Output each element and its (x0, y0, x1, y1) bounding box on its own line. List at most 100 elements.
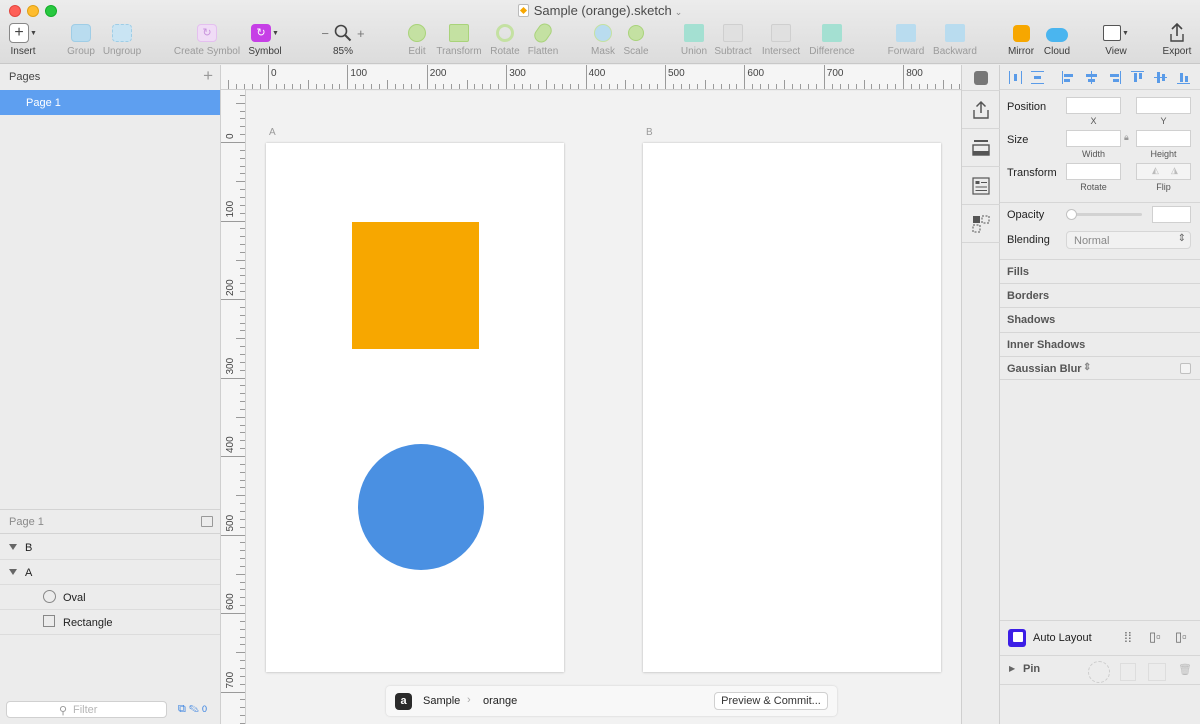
align-left-icon[interactable] (1062, 71, 1075, 84)
align-center-horizontal-icon[interactable] (1085, 71, 1098, 84)
distribute-horizontal-icon[interactable] (1009, 71, 1022, 84)
auto-layout-title: Auto Layout (1033, 632, 1092, 644)
shadows-section[interactable]: Shadows (1000, 307, 1200, 331)
pin-width-icon[interactable] (1120, 663, 1136, 681)
align-bottom-icon[interactable] (1177, 71, 1190, 84)
gaussian-blur-checkbox[interactable] (1180, 363, 1191, 374)
symbol-button[interactable]: ↻ ▼ Symbol (246, 22, 284, 62)
edit-button[interactable]: Edit (404, 22, 430, 62)
page-item-page-1[interactable]: Page 1 (0, 90, 220, 115)
backward-button[interactable]: Backward (930, 22, 980, 62)
position-y-input[interactable] (1136, 97, 1191, 114)
flip-vertical-icon[interactable]: ◮ (1171, 165, 1178, 176)
flip-toggle[interactable]: ◭ ◮ (1136, 163, 1191, 180)
canvas[interactable]: A B (246, 91, 961, 724)
lock-icon[interactable]: 🔒︎ (1124, 132, 1129, 143)
ungroup-button[interactable]: Ungroup (101, 22, 143, 62)
stack-button[interactable] (962, 129, 1000, 167)
pin-position-icon[interactable] (1088, 661, 1110, 683)
horizontal-ruler[interactable]: 0 100 200 300 400 500 600 700 800 (221, 65, 961, 90)
position-x-input[interactable] (1066, 97, 1121, 114)
zoom-in-button[interactable]: + (357, 26, 365, 41)
artboard-b[interactable] (643, 143, 941, 672)
artboard-a[interactable] (266, 143, 564, 672)
insert-button[interactable]: + ▼ Insert (6, 22, 40, 62)
layer-label: B (25, 542, 33, 554)
mask-button[interactable]: Mask (588, 22, 618, 62)
align-top-icon[interactable] (1131, 71, 1144, 84)
rotate-input[interactable] (1066, 163, 1121, 180)
borders-section[interactable]: Borders (1000, 283, 1200, 307)
scale-button[interactable]: Scale (621, 22, 651, 62)
difference-button[interactable]: Difference (806, 22, 858, 62)
opacity-input[interactable] (1152, 206, 1191, 223)
auto-layout-device-icon[interactable]: ▯▫ (1149, 629, 1161, 645)
filter-options[interactable]: ⧉ ✎ 0 (178, 703, 207, 716)
list-button[interactable] (962, 167, 1000, 205)
collapse-layers-icon[interactable] (201, 516, 213, 527)
forward-button[interactable]: Forward (886, 22, 926, 62)
rotate-button[interactable]: Rotate (488, 22, 522, 62)
filter-styles-icon[interactable]: ✎ (189, 703, 199, 715)
view-button[interactable]: ▼ View (1100, 22, 1132, 62)
project-name[interactable]: Sample (423, 695, 460, 707)
artboard-a-label[interactable]: A (269, 127, 276, 138)
oval-shape[interactable] (358, 444, 484, 570)
layer-artboard-a[interactable]: A (0, 560, 220, 585)
artboard-b-label[interactable]: B (646, 127, 653, 138)
auto-layout-grid-icon[interactable]: ⁞⁞ (1124, 629, 1132, 645)
filter-symbols-icon[interactable]: ⧉ (178, 703, 186, 715)
layer-filter-input[interactable]: ⚲ Filter (6, 701, 167, 718)
opacity-slider-knob[interactable] (1066, 209, 1077, 220)
zoom-out-button[interactable]: − (321, 26, 329, 41)
breadcrumb-separator: › (467, 694, 471, 706)
align-middle-vertical-icon[interactable] (1154, 71, 1167, 84)
pin-section[interactable]: ▶ Pin 🗑︎ (1000, 657, 1200, 685)
cloud-button[interactable]: Cloud (1041, 22, 1073, 62)
add-page-button[interactable]: + (203, 66, 213, 86)
inner-shadows-section[interactable]: Inner Shadows (1000, 332, 1200, 356)
mirror-button[interactable]: Mirror (1006, 22, 1036, 62)
transform-button[interactable]: Transform (434, 22, 484, 62)
version-control-bar: a Sample › orange Preview & Commit... (386, 686, 837, 716)
gaussian-blur-section[interactable]: Gaussian Blur ⇕ (1000, 356, 1200, 380)
cloud-icon (1046, 28, 1068, 42)
export-button[interactable]: Export (1160, 22, 1194, 62)
branch-name[interactable]: orange (483, 695, 517, 707)
preview-commit-button[interactable]: Preview & Commit... (714, 692, 828, 710)
vertical-ruler-ticks: 0 100 200 300 400 500 600 700 (221, 95, 245, 724)
height-input[interactable] (1136, 130, 1191, 147)
flatten-button[interactable]: Flatten (525, 20, 561, 62)
rectangle-shape[interactable] (352, 222, 479, 349)
cloud-label: Cloud (1043, 46, 1071, 57)
opacity-slider[interactable] (1066, 209, 1142, 220)
share-button[interactable] (962, 91, 1000, 129)
plugin-logo-button[interactable] (962, 65, 1000, 91)
group-button[interactable]: Group (64, 22, 98, 62)
pin-disclosure-icon[interactable]: ▶ (1009, 664, 1015, 673)
layer-artboard-b[interactable]: B (0, 535, 220, 560)
vertical-ruler[interactable]: 0 100 200 300 400 500 600 700 (221, 90, 246, 724)
title-menu-chevron-icon[interactable]: ⌄ (675, 7, 683, 17)
create-symbol-button[interactable]: ↻ Create Symbol (173, 22, 241, 62)
inspector-panel: Position X Y Size 🔒︎ Width Height Transf… (1000, 65, 1200, 724)
layer-oval[interactable]: Oval (0, 585, 220, 610)
blur-type-arrows-icon[interactable]: ⇕ (1083, 362, 1091, 373)
width-input[interactable] (1066, 130, 1121, 147)
intersect-button[interactable]: Intersect (758, 22, 804, 62)
disclosure-triangle-icon[interactable] (9, 544, 17, 550)
fills-section[interactable]: Fills (1000, 259, 1200, 283)
flip-horizontal-icon[interactable]: ◭ (1152, 165, 1159, 176)
blending-select[interactable]: Normal ⇕ (1066, 231, 1191, 249)
auto-layout-responsive-icon[interactable]: ▯▫ (1175, 629, 1187, 645)
align-right-icon[interactable] (1108, 71, 1121, 84)
disclosure-triangle-icon[interactable] (9, 569, 17, 575)
union-button[interactable]: Union (678, 22, 710, 62)
trash-icon[interactable]: 🗑︎ (1178, 663, 1192, 676)
rotate-icon (496, 24, 514, 42)
layer-rectangle[interactable]: Rectangle (0, 610, 220, 635)
distribute-vertical-icon[interactable] (1031, 71, 1044, 84)
subtract-button[interactable]: Subtract (712, 22, 754, 62)
grid-button[interactable] (962, 205, 1000, 243)
pin-height-icon[interactable] (1148, 663, 1166, 681)
